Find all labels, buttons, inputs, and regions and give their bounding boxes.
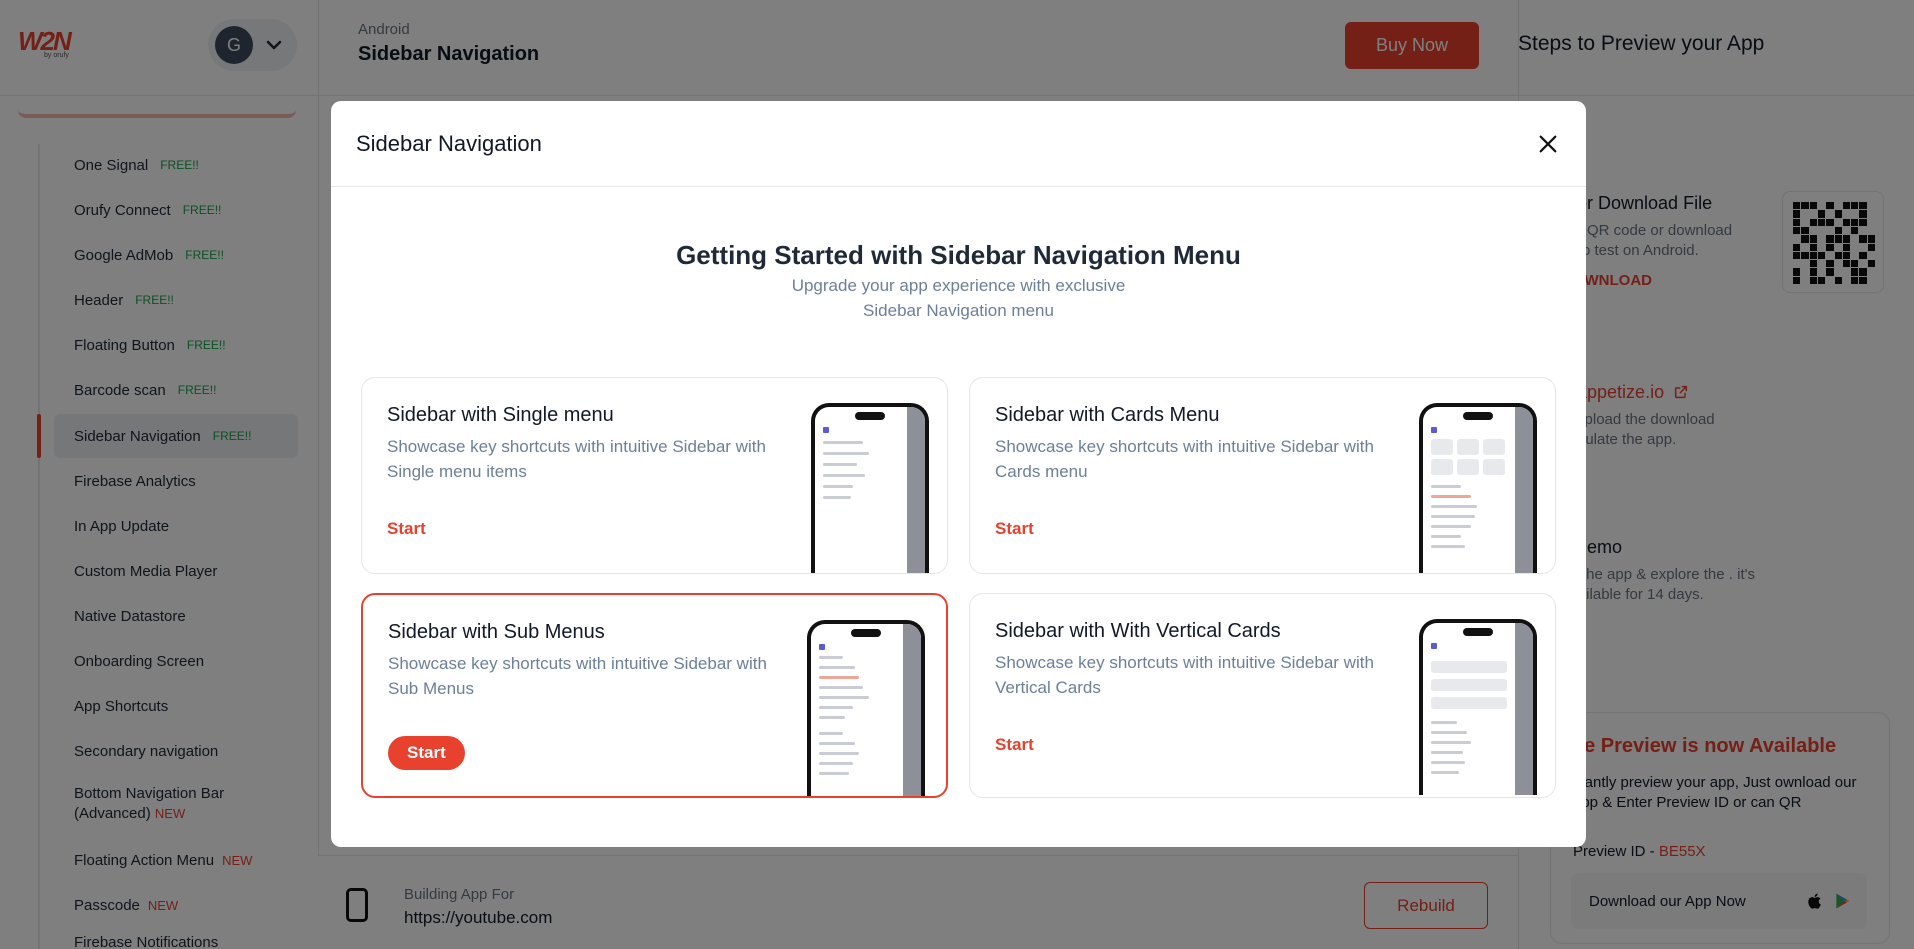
option-description: Showcase key shortcuts with intuitive Si… xyxy=(387,437,766,481)
option-title: Sidebar with Cards Menu xyxy=(995,404,1220,426)
option-single-menu[interactable]: Sidebar with Single menu Showcase key sh… xyxy=(361,377,948,574)
subtitle-line-1: Upgrade your app experience with exclusi… xyxy=(791,276,1126,295)
getting-started-heading: Getting Started with Sidebar Navigation … xyxy=(676,240,1241,270)
modal-header: Sidebar Navigation xyxy=(331,101,1586,187)
close-button[interactable] xyxy=(1531,127,1565,161)
option-description: Showcase key shortcuts with intuitive Si… xyxy=(388,654,767,698)
start-button[interactable]: Start xyxy=(387,519,426,539)
option-description: Showcase key shortcuts with intuitive Si… xyxy=(995,653,1374,697)
phone-preview-image xyxy=(811,403,929,573)
subtitle-line-2: Sidebar Navigation menu xyxy=(863,301,1054,320)
phone-preview-image xyxy=(1419,403,1537,573)
sidebar-navigation-modal: Sidebar Navigation Getting Started with … xyxy=(331,101,1586,847)
option-sub-menus[interactable]: Sidebar with Sub Menus Showcase key shor… xyxy=(361,593,948,798)
getting-started-subtitle: Upgrade your app experience with exclusi… xyxy=(331,273,1586,323)
phone-preview-image xyxy=(807,620,925,796)
option-title: Sidebar with With Vertical Cards xyxy=(995,620,1281,642)
option-cards-menu[interactable]: Sidebar with Cards Menu Showcase key sho… xyxy=(969,377,1556,574)
start-button[interactable]: Start xyxy=(995,735,1034,755)
modal-title: Sidebar Navigation xyxy=(356,131,542,156)
start-button[interactable]: Start xyxy=(388,736,465,770)
option-title: Sidebar with Single menu xyxy=(387,404,614,426)
option-vertical-cards[interactable]: Sidebar with With Vertical Cards Showcas… xyxy=(969,593,1556,798)
phone-preview-image xyxy=(1419,619,1537,795)
option-description: Showcase key shortcuts with intuitive Si… xyxy=(995,437,1374,481)
option-title: Sidebar with Sub Menus xyxy=(388,621,605,643)
start-button[interactable]: Start xyxy=(995,519,1034,539)
close-icon xyxy=(1539,135,1557,153)
